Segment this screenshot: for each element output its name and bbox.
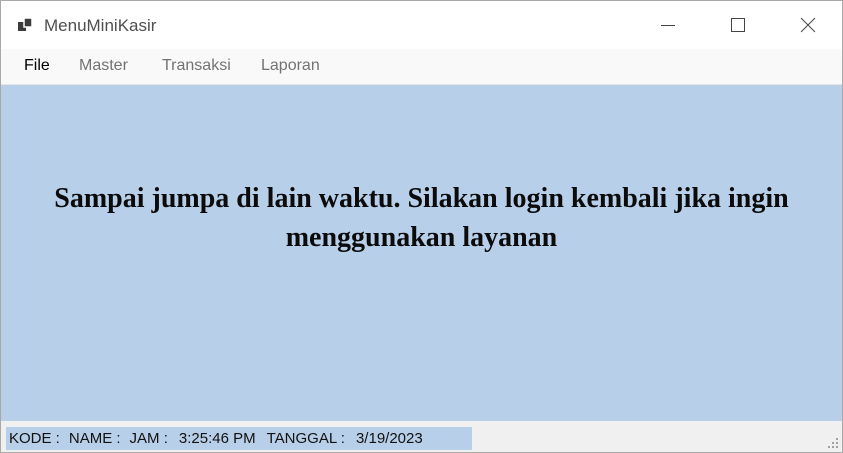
menu-file[interactable]: File xyxy=(24,57,50,75)
status-strip: KODE : NAME : JAM : 3:25:46 PM TANGGAL :… xyxy=(6,427,472,450)
main-content-panel: Sampai jumpa di lain waktu. Silakan logi… xyxy=(1,85,842,421)
menu-master[interactable]: Master xyxy=(79,57,128,75)
status-tanggal-value: 3/19/2023 xyxy=(355,430,423,447)
app-window: MenuMiniKasir File Master Transaksi Lapo… xyxy=(0,0,843,453)
maximize-icon xyxy=(731,18,745,32)
resize-grip-icon[interactable] xyxy=(825,435,839,449)
menu-bar: File Master Transaksi Laporan xyxy=(1,49,842,85)
app-window-icon xyxy=(18,17,33,31)
close-button[interactable] xyxy=(773,1,842,49)
close-icon xyxy=(800,17,816,33)
maximize-button[interactable] xyxy=(703,1,773,49)
status-jam-label: JAM : xyxy=(129,430,168,447)
status-jam-value: 3:25:46 PM xyxy=(178,430,256,447)
menu-transaksi[interactable]: Transaksi xyxy=(162,57,231,75)
status-bar: KODE : NAME : JAM : 3:25:46 PM TANGGAL :… xyxy=(1,421,842,452)
goodbye-message: Sampai jumpa di lain waktu. Silakan logi… xyxy=(54,183,789,253)
window-title: MenuMiniKasir xyxy=(44,16,157,35)
minimize-icon xyxy=(661,25,675,26)
status-tanggal-label: TANGGAL : xyxy=(266,430,345,447)
title-bar[interactable]: MenuMiniKasir xyxy=(1,1,842,49)
status-name-label: NAME : xyxy=(68,430,121,447)
status-kode-label: KODE : xyxy=(9,430,60,447)
menu-laporan[interactable]: Laporan xyxy=(261,57,320,75)
minimize-button[interactable] xyxy=(633,1,703,49)
